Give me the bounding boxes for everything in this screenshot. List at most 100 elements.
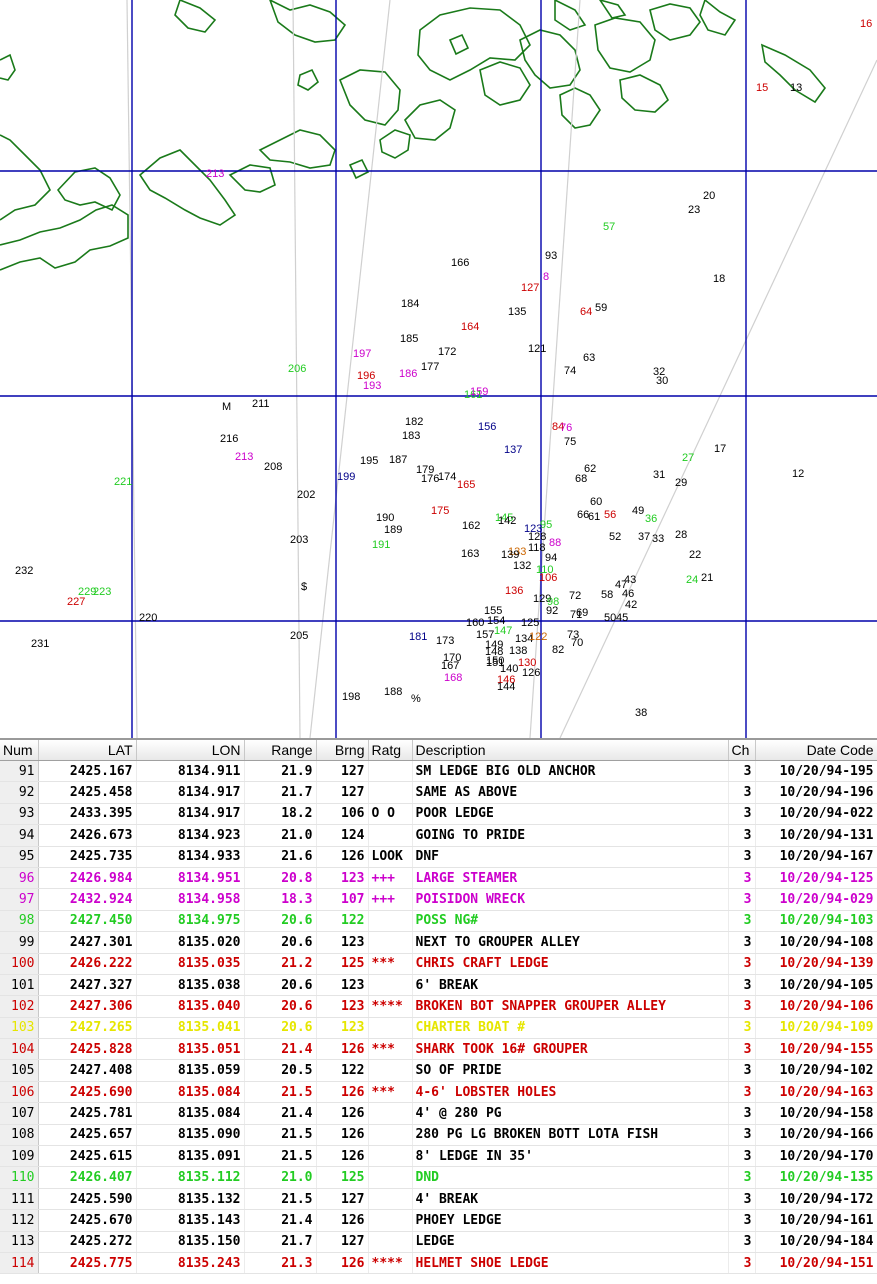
- waypoint-label[interactable]: 168: [444, 672, 462, 684]
- waypoint-label[interactable]: 45: [616, 612, 628, 624]
- waypoint-label[interactable]: 183: [402, 430, 420, 442]
- table-row[interactable]: 105 2427.408 8135.059 20.5 122 SO OF PRIDE 3 10…: [0, 1059, 877, 1082]
- header-ratg[interactable]: Ratg: [368, 740, 413, 761]
- waypoint-label[interactable]: 136: [505, 585, 523, 597]
- header-brng[interactable]: Brng: [316, 740, 369, 761]
- waypoint-label[interactable]: 18: [713, 273, 725, 285]
- table-row[interactable]: 93 2433.395 8134.917 18.2 106 O O POOR LEDGE 3 1…: [0, 803, 877, 826]
- waypoint-label[interactable]: 52: [609, 531, 621, 543]
- waypoint-label[interactable]: 231: [31, 638, 49, 650]
- waypoint-label[interactable]: 205: [290, 630, 308, 642]
- waypoint-label[interactable]: 142: [498, 515, 516, 527]
- table-row[interactable]: 113 2425.272 8135.150 21.7 127 LEDGE 3 10/20/94…: [0, 1231, 877, 1253]
- header-num[interactable]: Num: [0, 740, 39, 761]
- waypoint-label[interactable]: 24: [686, 574, 698, 586]
- table-row[interactable]: 110 2426.407 8135.112 21.0 125 DND 3 10/20/94-1…: [0, 1166, 877, 1189]
- waypoint-label[interactable]: 82: [552, 644, 564, 656]
- waypoint-label[interactable]: 166: [451, 257, 469, 269]
- header-lat[interactable]: LAT: [38, 740, 137, 761]
- waypoint-label[interactable]: 197: [353, 348, 371, 360]
- table-row[interactable]: 104 2425.828 8135.051 21.4 126 *** SHARK TOOK …: [0, 1038, 877, 1061]
- waypoint-label[interactable]: 206: [288, 363, 306, 375]
- waypoint-label[interactable]: 184: [401, 298, 419, 310]
- waypoint-label[interactable]: 208: [264, 461, 282, 473]
- table-row[interactable]: 109 2425.615 8135.091 21.5 126 8' LEDGE IN 35…: [0, 1145, 877, 1168]
- waypoint-label[interactable]: 16: [860, 18, 872, 30]
- table-row[interactable]: 102 2427.306 8135.040 20.6 123 **** BROKEN BOT…: [0, 995, 877, 1018]
- waypoint-label[interactable]: 49: [632, 505, 644, 517]
- waypoint-label[interactable]: 220: [139, 612, 157, 624]
- waypoint-label[interactable]: 57: [603, 221, 615, 233]
- waypoint-label[interactable]: 175: [431, 505, 449, 517]
- waypoint-label[interactable]: 186: [399, 368, 417, 380]
- waypoint-label[interactable]: 191: [372, 539, 390, 551]
- map-canvas[interactable]: 21315 131620235793166188127184135 64 591641…: [0, 0, 877, 738]
- waypoint-label[interactable]: 213: [235, 451, 253, 463]
- waypoint-label[interactable]: 159: [470, 386, 488, 398]
- waypoint-label[interactable]: 165: [457, 479, 475, 491]
- table-row[interactable]: 91 2425.167 8134.911 21.9 127 SM LEDGE BIG OL…: [0, 760, 877, 783]
- waypoint-label[interactable]: 38: [635, 707, 647, 719]
- waypoint-label[interactable]: 121: [528, 343, 546, 355]
- waypoint-label[interactable]: 21: [701, 572, 713, 584]
- table-row[interactable]: 103 2427.265 8135.041 20.6 123 CHARTER BOAT #…: [0, 1017, 877, 1040]
- waypoint-label[interactable]: 174: [438, 471, 456, 483]
- waypoint-label[interactable]: 118: [528, 542, 546, 554]
- table-row[interactable]: 111 2425.590 8135.132 21.5 127 4' BREAK 3 10/20…: [0, 1188, 877, 1211]
- waypoint-label[interactable]: 144: [497, 681, 515, 693]
- waypoint-label[interactable]: 187: [389, 454, 407, 466]
- waypoint-label[interactable]: 211: [252, 398, 270, 410]
- table-row[interactable]: 92 2425.458 8134.917 21.7 127 SAME AS ABOVE 3 1…: [0, 781, 877, 804]
- waypoint-label[interactable]: 135: [508, 306, 526, 318]
- waypoint-label[interactable]: 189: [384, 524, 402, 536]
- waypoint-label[interactable]: 227: [67, 596, 85, 608]
- header-date-code[interactable]: Date Code: [755, 740, 877, 761]
- waypoint-table[interactable]: Num LAT LON Range Brng Ratg Description …: [0, 738, 877, 1284]
- waypoint-label[interactable]: 176: [421, 473, 439, 485]
- waypoint-label[interactable]: 172: [438, 346, 456, 358]
- waypoint-label[interactable]: 33: [652, 533, 664, 545]
- waypoint-label[interactable]: 17: [714, 443, 726, 455]
- table-row[interactable]: 106 2425.690 8135.084 21.5 126 *** 4-6' LOBSTE…: [0, 1081, 877, 1104]
- waypoint-label[interactable]: 221: [114, 476, 132, 488]
- table-row[interactable]: 108 2425.657 8135.090 21.5 126 280 PG LG BROK…: [0, 1124, 877, 1147]
- table-row[interactable]: 114 2425.775 8135.243 21.3 126 **** HELMET SHO…: [0, 1252, 877, 1275]
- waypoint-label[interactable]: 13: [790, 82, 802, 94]
- waypoint-label[interactable]: 93: [545, 250, 557, 262]
- waypoint-label[interactable]: 122: [529, 631, 547, 643]
- header-ch[interactable]: Ch: [728, 740, 756, 761]
- waypoint-label[interactable]: 30: [656, 375, 668, 387]
- chart-map[interactable]: 213 15 13 16 20 23 57 93 166 18 8 127 184 135 64 59 164 1…: [0, 0, 877, 738]
- waypoint-label[interactable]: 173: [436, 635, 454, 647]
- waypoint-label[interactable]: 132: [513, 560, 531, 572]
- table-row[interactable]: 112 2425.670 8135.143 21.4 126 PHOEY LEDGE 3 10…: [0, 1209, 877, 1232]
- waypoint-label[interactable]: 76: [560, 422, 572, 434]
- waypoint-label[interactable]: 160: [466, 617, 484, 629]
- waypoint-label[interactable]: 12: [792, 468, 804, 480]
- waypoint-label[interactable]: 138: [509, 645, 527, 657]
- waypoint-label[interactable]: 106: [539, 572, 557, 584]
- waypoint-labels[interactable]: 21315 131620235793166188127184135 64 591641…: [15, 18, 872, 719]
- waypoint-label[interactable]: 63: [583, 352, 595, 364]
- waypoint-label[interactable]: 156: [478, 421, 496, 433]
- waypoint-label[interactable]: 72: [569, 590, 581, 602]
- waypoint-label[interactable]: 213: [206, 168, 224, 180]
- waypoint-label[interactable]: 31: [653, 469, 665, 481]
- waypoint-label[interactable]: 36: [645, 513, 657, 525]
- waypoint-label[interactable]: 74: [564, 365, 576, 377]
- table-row[interactable]: 95 2425.735 8134.933 21.6 126 LOOK DNF 3 10/20/9…: [0, 846, 877, 868]
- table-row[interactable]: 101 2427.327 8135.038 20.6 123 6' BREAK 3 10/20…: [0, 974, 877, 997]
- waypoint-label[interactable]: 190: [376, 512, 394, 524]
- waypoint-label[interactable]: 23: [688, 204, 700, 216]
- header-range[interactable]: Range: [244, 740, 317, 761]
- waypoint-label[interactable]: 37: [638, 531, 650, 543]
- waypoint-label[interactable]: 88: [549, 537, 561, 549]
- waypoint-label[interactable]: 42: [625, 599, 637, 611]
- waypoint-label[interactable]: 59: [595, 302, 607, 314]
- waypoint-label[interactable]: 202: [297, 489, 315, 501]
- waypoint-label[interactable]: 92: [546, 605, 558, 617]
- waypoint-label[interactable]: 181: [409, 631, 427, 643]
- waypoint-label[interactable]: 188: [384, 686, 402, 698]
- waypoint-label[interactable]: 20: [703, 190, 715, 202]
- waypoint-label[interactable]: 126: [522, 667, 540, 679]
